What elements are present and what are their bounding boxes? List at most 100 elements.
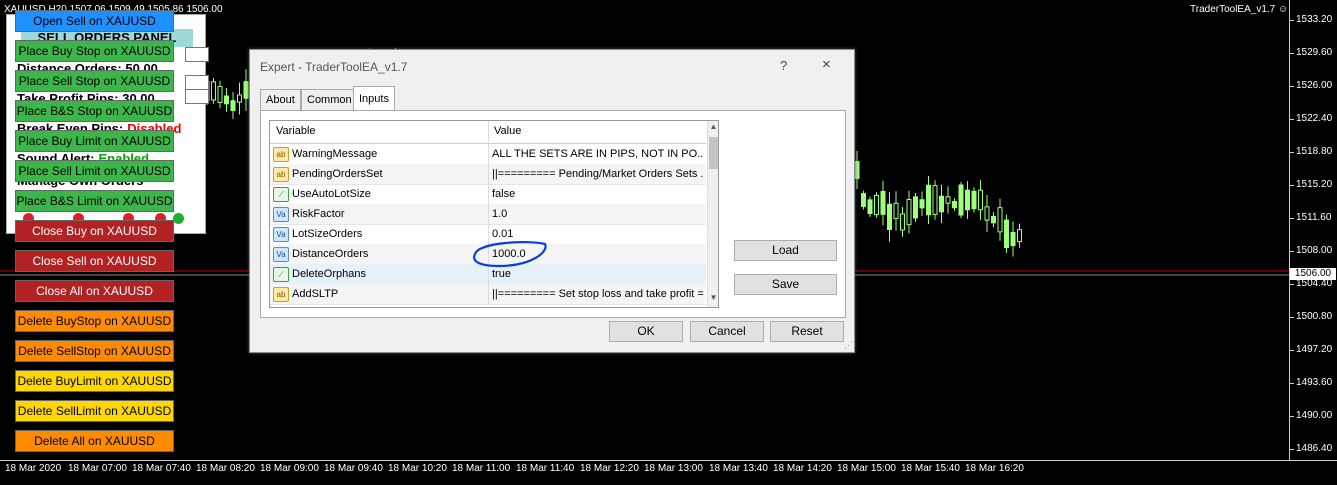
input-variable-name: UseAutoLotSize	[292, 188, 371, 200]
time-tick: 18 Mar 07:00	[68, 463, 127, 474]
input-row[interactable]: ab AddSLTP ||========= Set stop loss and t…	[270, 284, 706, 305]
input-value[interactable]: false	[492, 188, 704, 200]
input-row[interactable]: ⟋ UseAutoLotSize false	[270, 184, 706, 205]
order-button-8[interactable]: Close Sell on XAUUSD	[15, 250, 174, 272]
order-button-11[interactable]: Delete SellStop on XAUUSD	[15, 340, 174, 362]
time-tick: 18 Mar 10:20	[388, 463, 447, 474]
order-button-5[interactable]: Place Sell Limit on XAUUSD	[15, 160, 174, 182]
time-tick: 18 Mar 09:00	[260, 463, 319, 474]
time-tick: 18 Mar 16:20	[965, 463, 1024, 474]
input-value[interactable]: ||========= Set stop loss and take profi…	[492, 288, 704, 300]
input-variable-name: DeleteOrphans	[292, 268, 366, 280]
column-value[interactable]: Value	[494, 125, 521, 137]
order-button-2[interactable]: Place Sell Stop on XAUUSD	[15, 70, 174, 92]
reset-button[interactable]: Reset	[770, 321, 844, 342]
price-tick: 1497.20	[1289, 344, 1333, 355]
price-tick: 1490.00	[1289, 410, 1333, 421]
time-tick: 18 Mar 11:40	[516, 463, 575, 474]
hand-drawn-highlight	[473, 241, 547, 268]
candle-body	[926, 184, 931, 216]
order-button-7[interactable]: Close Buy on XAUUSD	[15, 220, 174, 242]
panel-input-field[interactable]	[185, 47, 209, 62]
cancel-button[interactable]: Cancel	[690, 321, 764, 342]
candle-body	[230, 100, 236, 112]
resize-grip-icon[interactable]: ⋰	[844, 340, 853, 351]
column-variable[interactable]: Variable	[276, 125, 316, 137]
candle-body	[887, 203, 892, 230]
tab-inputs[interactable]: Inputs	[353, 86, 395, 111]
order-button-1[interactable]: Place Buy Stop on XAUUSD	[15, 40, 174, 62]
candle-body	[952, 201, 957, 209]
time-tick: 18 Mar 09:40	[324, 463, 383, 474]
input-row[interactable]: ab WarningMessage ALL THE SETS ARE IN PIPS…	[270, 144, 706, 165]
input-value[interactable]: ALL THE SETS ARE IN PIPS, NOT IN PO...	[492, 148, 704, 160]
input-value[interactable]: 1.0	[492, 208, 704, 220]
price-tick: 1500.80	[1289, 311, 1333, 322]
order-button-12[interactable]: Delete BuyLimit on XAUUSD	[15, 370, 174, 392]
input-value[interactable]: ||========= Pending/Market Orders Sets .…	[492, 168, 704, 180]
grid-scrollbar[interactable]: ▲ ▼	[707, 121, 718, 307]
input-variable-name: PendingOrdersSet	[292, 168, 383, 180]
status-dot	[173, 213, 184, 224]
price-tick: 1522.40	[1289, 113, 1333, 124]
time-tick: 18 Mar 12:20	[580, 463, 639, 474]
input-variable-name: DistanceOrders	[292, 248, 369, 260]
candle-body	[1010, 231, 1016, 247]
time-tick: 18 Mar 07:40	[132, 463, 191, 474]
order-button-14[interactable]: Delete All on XAUUSD	[15, 430, 174, 452]
candle-body	[893, 202, 899, 220]
order-button-6[interactable]: Place B&S Limit on XAUUSD	[15, 190, 174, 212]
input-variable-name: LotSizeOrders	[292, 228, 363, 240]
input-variable-name: AddSLTP	[292, 288, 339, 300]
order-button-4[interactable]: Place Buy Limit on XAUUSD	[15, 130, 174, 152]
order-button-9[interactable]: Close All on XAUUSD	[15, 280, 174, 302]
input-row[interactable]: ab PendingOrdersSet ||========= Pending/Ma…	[270, 164, 706, 185]
price-tick: 1493.60	[1289, 377, 1333, 388]
scroll-up-icon[interactable]: ▲	[709, 122, 718, 134]
candle-body	[939, 195, 944, 213]
save-button[interactable]: Save	[734, 274, 837, 295]
panel-input-field[interactable]	[185, 75, 209, 90]
input-row[interactable]: Va RiskFactor 1.0	[270, 204, 706, 225]
candle-body	[932, 185, 938, 215]
candle-body	[984, 206, 990, 221]
candle-body	[991, 215, 996, 224]
close-icon[interactable]: ×	[822, 56, 831, 73]
candle-body	[919, 199, 925, 209]
tab-about[interactable]: About	[260, 89, 301, 110]
order-button-10[interactable]: Delete BuyStop on XAUUSD	[15, 310, 174, 332]
inputs-grid[interactable]: Variable Value ab WarningMessage ALL THE S…	[269, 120, 719, 308]
load-button[interactable]: Load	[734, 240, 837, 261]
price-tick: 1529.60	[1289, 47, 1333, 58]
candle-body	[874, 194, 879, 216]
order-button-13[interactable]: Delete SellLimit on XAUUSD	[15, 400, 174, 422]
bool-type-icon: ⟋	[273, 187, 289, 202]
candle-body	[945, 196, 951, 204]
expert-properties-dialog: Expert - TraderToolEA_v1.7 ? × About Com…	[249, 49, 855, 353]
panel-input-field[interactable]	[185, 89, 209, 104]
help-button[interactable]: ?	[780, 58, 787, 73]
order-button-3[interactable]: Place B&S Stop on XAUUSD	[15, 100, 174, 122]
candle-body	[913, 196, 918, 219]
dialog-title: Expert - TraderToolEA_v1.7	[260, 60, 408, 74]
order-button-0[interactable]: Open Sell on XAUUSD	[15, 10, 174, 32]
tab-common[interactable]: Common	[301, 89, 358, 110]
scroll-thumb[interactable]	[709, 137, 718, 169]
expert-name-label: TraderToolEA_v1.7 ☺	[1190, 4, 1289, 15]
smiley-icon: ☺	[1278, 4, 1289, 15]
candle-body	[237, 94, 242, 103]
string-type-icon: ab	[273, 147, 289, 162]
number-type-icon: Va	[273, 247, 289, 262]
price-tick: 1526.00	[1289, 80, 1333, 91]
scroll-down-icon[interactable]: ▼	[709, 293, 718, 305]
price-tick: 1486.40	[1289, 443, 1333, 454]
price-tick: 1508.00	[1289, 245, 1333, 256]
candle-body	[217, 86, 223, 103]
candle-body	[958, 184, 964, 216]
time-tick: 18 Mar 15:40	[901, 463, 960, 474]
ok-button[interactable]: OK	[609, 321, 683, 342]
candle-body	[900, 213, 905, 231]
time-tick: 18 Mar 11:00	[452, 463, 511, 474]
candle-body	[854, 161, 860, 179]
time-tick: 18 Mar 13:40	[709, 463, 768, 474]
